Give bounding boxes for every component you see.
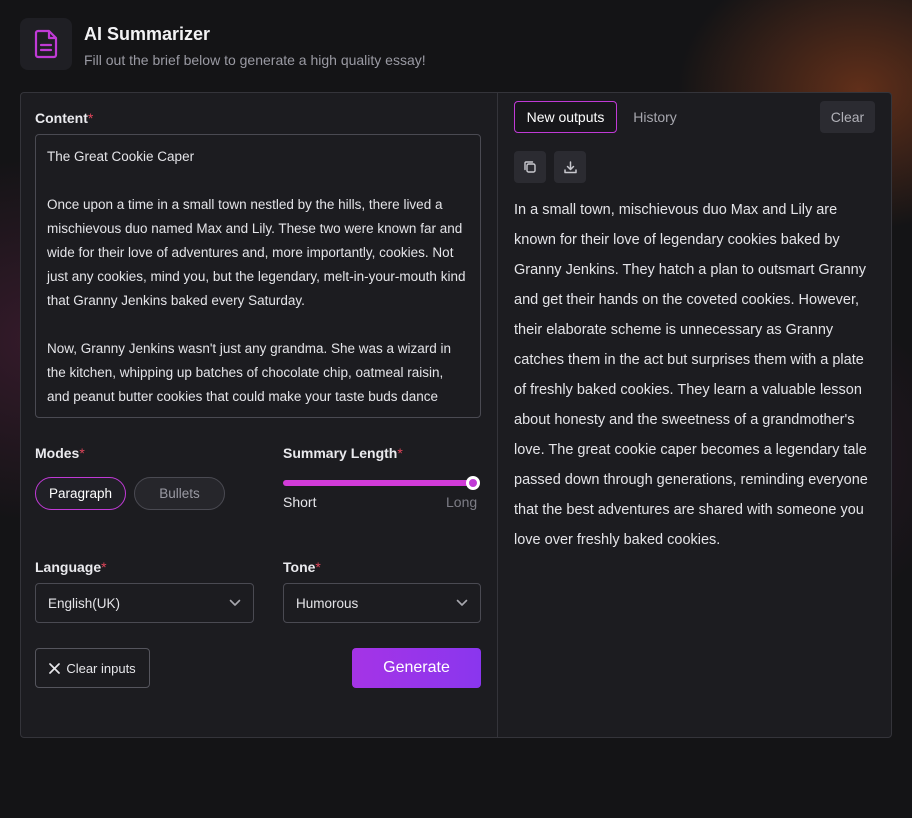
mode-paragraph-button[interactable]: Paragraph: [35, 477, 126, 510]
language-select[interactable]: English(UK): [35, 583, 254, 623]
summary-length-slider-thumb[interactable]: [466, 476, 480, 490]
tone-label-text: Tone: [283, 559, 316, 575]
summary-length-label: Summary Length*: [283, 445, 403, 461]
modes-label: Modes*: [35, 445, 85, 461]
summary-length-slider-track[interactable]: [283, 480, 475, 486]
content-label-text: Content: [35, 110, 88, 126]
output-summary-text: In a small town, mischievous duo Max and…: [514, 202, 868, 548]
language-label: Language*: [35, 559, 107, 575]
slider-min-label: Short: [283, 494, 317, 510]
content-paragraph: Once upon a time in a small town nestled…: [47, 197, 466, 308]
clear-inputs-label: Clear inputs: [66, 660, 136, 676]
tone-select[interactable]: Humorous: [283, 583, 481, 623]
summary-length-label-text: Summary Length: [283, 445, 398, 461]
mode-bullets-button[interactable]: Bullets: [134, 477, 225, 510]
required-mark: *: [87, 110, 94, 126]
main-panel: Content* The Great Cookie Caper Once upo…: [20, 92, 892, 738]
required-mark: *: [79, 445, 85, 461]
app-title: AI Summarizer: [84, 24, 211, 44]
content-paragraph: The Great Cookie Caper: [47, 149, 195, 164]
content-paragraph: Now, Granny Jenkins wasn't just any gran…: [47, 341, 452, 404]
copy-icon: [524, 161, 536, 173]
app-header: AI Summarizer Fill out the brief below t…: [20, 18, 880, 74]
chevron-down-icon: [456, 599, 468, 606]
clear-outputs-button[interactable]: Clear: [820, 101, 875, 133]
clear-inputs-button[interactable]: Clear inputs: [35, 648, 150, 688]
download-icon: [563, 160, 577, 173]
tone-value: Humorous: [296, 595, 359, 611]
required-mark: *: [101, 559, 107, 575]
language-label-text: Language: [35, 559, 102, 575]
chevron-down-icon: [229, 599, 241, 606]
required-mark: *: [315, 559, 321, 575]
close-icon: [49, 662, 61, 674]
panel-divider: [497, 93, 498, 737]
copy-button[interactable]: [514, 151, 546, 183]
download-button[interactable]: [554, 151, 586, 183]
generate-button[interactable]: Generate: [352, 648, 481, 688]
required-mark: *: [397, 445, 403, 461]
document-icon: [20, 18, 72, 70]
tab-history[interactable]: History: [624, 101, 686, 133]
modes-label-text: Modes: [35, 445, 80, 461]
tab-new-outputs[interactable]: New outputs: [514, 101, 617, 133]
app-subtitle: Fill out the brief below to generate a h…: [84, 52, 426, 68]
content-label: Content*: [35, 110, 93, 126]
content-textarea[interactable]: The Great Cookie Caper Once upon a time …: [35, 134, 481, 418]
tone-label: Tone*: [283, 559, 321, 575]
slider-max-label: Long: [446, 494, 478, 510]
language-value: English(UK): [48, 595, 121, 611]
